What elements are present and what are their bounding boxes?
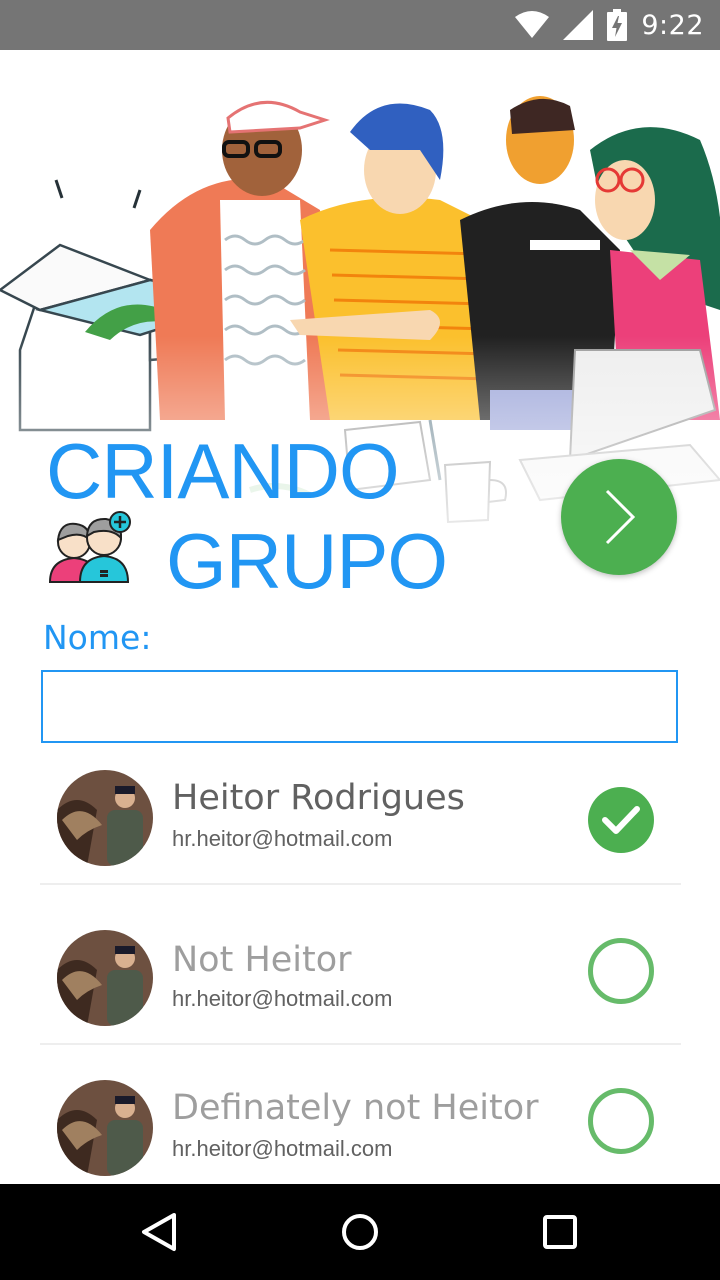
battery-charging-icon — [607, 9, 628, 41]
avatar — [57, 930, 153, 1026]
status-icons: 9:22 — [515, 8, 704, 42]
list-item[interactable]: Heitor Rodrigues hr.heitor@hotmail.com — [0, 760, 720, 920]
avatar — [57, 770, 153, 866]
contact-name: Definately not Heitor — [172, 1088, 539, 1128]
divider — [40, 883, 681, 885]
group-name-input[interactable] — [41, 670, 678, 743]
recents-button[interactable] — [530, 1204, 590, 1260]
contact-name: Heitor Rodrigues — [172, 778, 465, 818]
contact-email: hr.heitor@hotmail.com — [172, 826, 393, 851]
select-toggle-checked[interactable] — [588, 787, 654, 853]
list-item[interactable]: Not Heitor hr.heitor@hotmail.com — [0, 920, 720, 1080]
contact-email: hr.heitor@hotmail.com — [172, 986, 393, 1011]
page-title-line1: CRIANDO — [46, 427, 400, 515]
divider — [40, 1043, 681, 1045]
avatar — [57, 1080, 153, 1176]
check-icon — [602, 806, 640, 834]
next-button[interactable] — [561, 459, 677, 575]
contact-email: hr.heitor@hotmail.com — [172, 1136, 393, 1161]
select-toggle-unchecked[interactable] — [588, 1088, 654, 1154]
status-bar: 9:22 — [0, 0, 720, 50]
back-icon — [142, 1213, 176, 1251]
recents-icon — [543, 1215, 577, 1249]
group-add-icon — [48, 511, 131, 583]
signal-icon — [563, 10, 594, 40]
page-title-line2: GRUPO — [166, 517, 448, 605]
contact-list: Heitor Rodrigues hr.heitor@hotmail.com N… — [0, 760, 720, 1240]
home-button[interactable] — [330, 1204, 390, 1260]
status-time: 9:22 — [641, 9, 704, 41]
back-button[interactable] — [130, 1204, 190, 1260]
home-icon — [342, 1214, 378, 1250]
chevron-right-icon — [605, 489, 636, 545]
create-group-screen: 9:22 CRIANDO GRUPO Nome: Heitor Rodrigue… — [0, 0, 720, 1280]
wifi-icon — [515, 11, 550, 38]
contact-name: Not Heitor — [172, 940, 352, 980]
navigation-bar — [0, 1184, 720, 1280]
select-toggle-unchecked[interactable] — [588, 938, 654, 1004]
name-label: Nome: — [43, 618, 152, 657]
